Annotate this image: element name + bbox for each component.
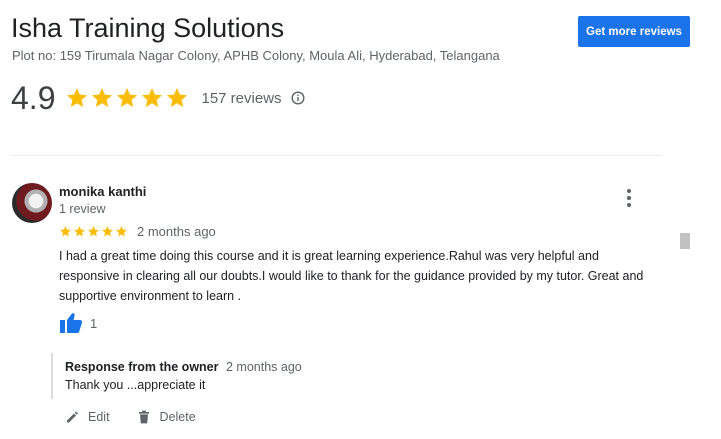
star-icon (92, 88, 113, 107)
review-text: I had a great time doing this course and… (59, 249, 644, 303)
reviewer-avatar[interactable] (12, 183, 52, 223)
owner-response-date: 2 months ago (225, 360, 302, 374)
star-icon (67, 88, 88, 107)
like-count: 1 (90, 315, 98, 331)
edit-label: Edit (88, 410, 110, 424)
star-icon (116, 225, 127, 236)
owner-response-title: Response from the owner (65, 360, 219, 374)
thumbs-up-icon[interactable] (59, 312, 83, 334)
star-icon (74, 225, 85, 236)
star-icon (167, 88, 188, 107)
owner-response: Response from the owner 2 months ago Tha… (51, 353, 661, 399)
rating-summary: 4.9 157 reviews (11, 78, 305, 118)
review-count: 157 reviews (201, 89, 282, 107)
star-icon (102, 225, 113, 236)
review-date: 2 months ago (137, 223, 216, 239)
rating-stars (65, 86, 189, 110)
trash-icon (138, 410, 149, 424)
star-icon (88, 225, 99, 236)
business-address: Plot no: 159 Tirumala Nagar Colony, APHB… (12, 48, 500, 63)
star-icon (142, 88, 163, 107)
response-actions: Edit Delete (65, 407, 196, 427)
owner-response-text: Thank you ...appreciate it (65, 378, 206, 392)
pencil-icon (67, 411, 78, 423)
more-vert-icon[interactable] (620, 187, 638, 209)
delete-button[interactable]: Delete (137, 410, 196, 424)
edit-button[interactable]: Edit (65, 410, 110, 424)
reviewer-review-count: 1 review (59, 202, 106, 216)
star-icon (117, 88, 138, 107)
info-icon[interactable] (291, 91, 305, 105)
business-title: Isha Training Solutions (11, 13, 285, 43)
rating-value: 4.9 (11, 79, 56, 116)
get-more-reviews-button[interactable]: Get more reviews (578, 16, 690, 47)
divider (12, 155, 662, 156)
delete-label: Delete (159, 410, 196, 424)
scrollbar-thumb[interactable] (680, 233, 690, 249)
review-stars (59, 225, 128, 238)
star-icon (60, 225, 71, 236)
like-row: 1 (59, 311, 97, 335)
review-rating-row: 2 months ago (59, 223, 216, 239)
reviewer-name[interactable]: monika kanthi (59, 184, 146, 199)
